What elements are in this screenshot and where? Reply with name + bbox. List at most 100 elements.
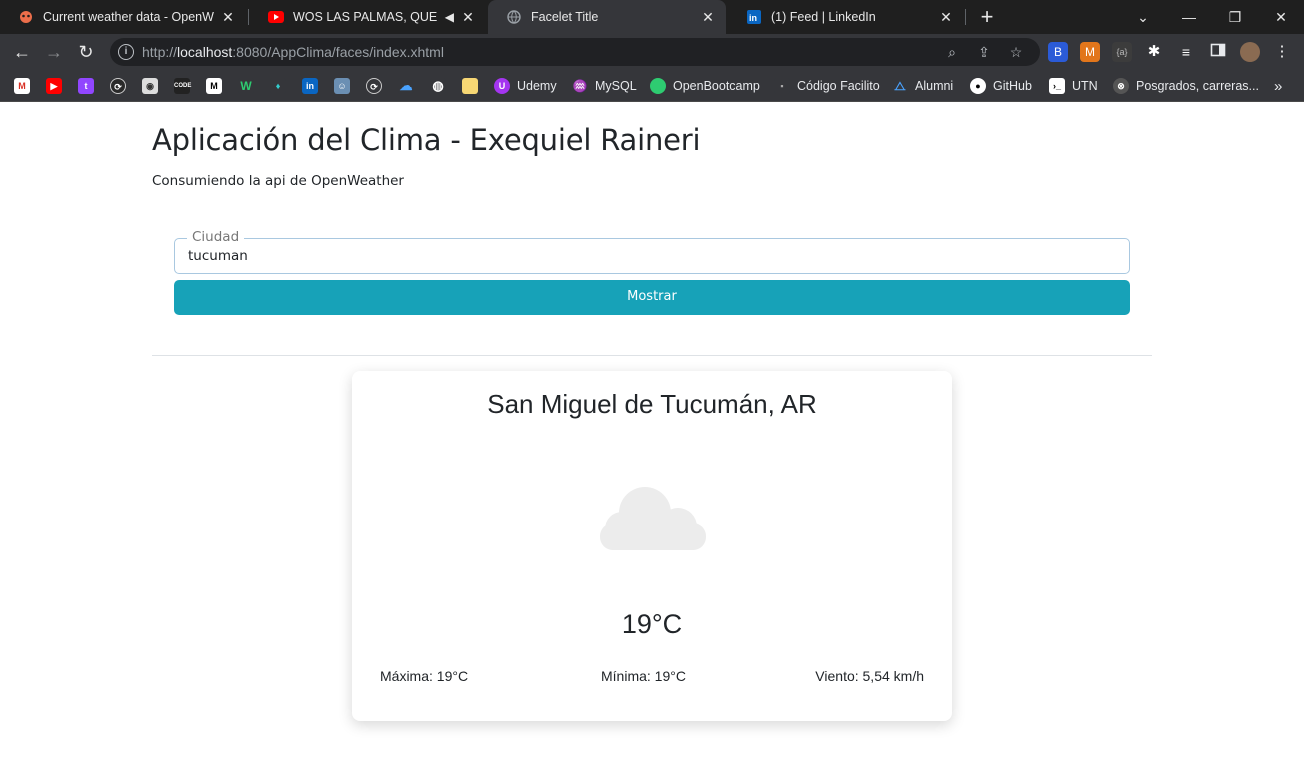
bookmark-label: OpenBootcamp	[673, 79, 760, 93]
bookmark-label: GitHub	[993, 79, 1032, 93]
bookmark-posgrados[interactable]: ⊗ Posgrados, carreras...	[1113, 76, 1259, 96]
tab-youtube[interactable]: WOS LAS PALMAS, QUEVEDO ◀︎ ✕	[250, 0, 486, 34]
cloud-icon	[598, 481, 708, 551]
bookmark-label: Posgrados, carreras...	[1136, 79, 1259, 93]
minimize-button[interactable]: —	[1166, 0, 1212, 34]
posgrados-icon: ⊗	[1113, 78, 1129, 94]
notes-bookmark-icon[interactable]	[462, 76, 478, 96]
url-host: localhost	[177, 44, 233, 60]
url-scheme: http://	[142, 44, 178, 60]
zoom-icon[interactable]: ⌕	[942, 42, 962, 62]
new-tab-button[interactable]: +	[976, 4, 998, 30]
url-path: :8080/AppClima/faces/index.xhtml	[232, 44, 444, 60]
tab-title: (1) Feed | LinkedIn	[771, 10, 876, 24]
bitwarden-icon[interactable]: B	[1048, 42, 1068, 62]
page-title: Aplicación del Clima - Exequiel Raineri	[152, 123, 701, 157]
codigo-facilito-icon: ▪	[774, 78, 790, 94]
cloud-bookmark-icon[interactable]: ☁	[398, 76, 414, 96]
close-tab-icon[interactable]: ✕	[938, 9, 954, 26]
profile-bookmark-icon[interactable]: ☺	[334, 76, 350, 96]
wind-speed: Viento: 5,54 km/h	[815, 668, 924, 684]
refresh-bookmark-icon[interactable]: ⟳	[366, 76, 382, 96]
linkedin-bookmark-icon[interactable]: in	[302, 76, 318, 96]
openbootcamp-icon	[650, 78, 666, 94]
forward-arrow-icon[interactable]: →	[42, 40, 66, 64]
tab-divider	[965, 9, 966, 25]
alumni-icon: ⧍	[892, 78, 908, 94]
close-tab-icon[interactable]: ✕	[460, 9, 476, 26]
mysql-icon: ♒	[572, 78, 588, 94]
tab-facelet[interactable]: Facelet Title ✕	[488, 0, 726, 34]
linkedin-icon: in	[746, 9, 762, 25]
tab-divider	[248, 9, 249, 25]
json-viewer-icon[interactable]: {a}	[1112, 42, 1132, 62]
tab-title: Facelet Title	[531, 10, 599, 24]
page-subtitle: Consumiendo la api de OpenWeather	[152, 173, 404, 189]
camera-bookmark-icon[interactable]: ◉	[142, 76, 158, 96]
bookmark-star-icon[interactable]: ☆	[1006, 42, 1026, 62]
bookmarks-overflow-icon[interactable]: »	[1274, 76, 1282, 96]
bookmark-udemy[interactable]: U Udemy	[494, 76, 557, 96]
bookmark-mysql[interactable]: ♒ MySQL	[572, 76, 637, 96]
youtube-icon[interactable]: ▶	[46, 76, 62, 96]
back-arrow-icon[interactable]: ←	[10, 40, 34, 64]
browser-toolbar: ← → ↻ i http://localhost:8080/AppClima/f…	[0, 34, 1304, 70]
restore-button[interactable]: ❐	[1212, 0, 1258, 34]
tab-linkedin[interactable]: in (1) Feed | LinkedIn ✕	[728, 0, 964, 34]
svg-text:in: in	[749, 13, 757, 23]
twitch-icon[interactable]: t	[78, 76, 94, 96]
gmail-icon[interactable]: M	[14, 76, 30, 96]
bookmark-label: MySQL	[595, 79, 637, 93]
browser-tab-strip: Current weather data - OpenWea ✕ WOS LAS…	[0, 0, 1304, 34]
reload-icon[interactable]: ↻	[74, 40, 98, 64]
show-button[interactable]: Mostrar	[174, 280, 1130, 315]
extensions-puzzle-icon[interactable]: ✱	[1144, 42, 1164, 62]
tab-title: WOS LAS PALMAS, QUEVEDO	[293, 10, 437, 24]
profile-avatar[interactable]	[1240, 42, 1260, 62]
max-temperature: Máxima: 19°C	[380, 668, 469, 684]
terminal-icon: ›_	[1049, 78, 1065, 94]
youtube-icon	[268, 9, 284, 25]
city-field-label: Ciudad	[187, 229, 245, 245]
url-text[interactable]: http://localhost:8080/AppClima/faces/ind…	[142, 44, 444, 60]
address-bar[interactable]: i http://localhost:8080/AppClima/faces/i…	[110, 38, 1040, 66]
w-bookmark-icon[interactable]: W	[238, 76, 254, 96]
temperature: 19°C	[621, 609, 683, 639]
speaker-icon[interactable]: ◀︎	[445, 10, 454, 24]
bookmarks-bar: M ▶ t ⟳ ◉ CODE M W ♦ in ☺ ⟳ ☁ ◍ U Udemy ♒…	[0, 70, 1304, 102]
globe-bookmark-icon[interactable]: ◍	[430, 76, 446, 96]
metamask-icon[interactable]: M	[1080, 42, 1100, 62]
share-icon[interactable]: ⇪	[974, 42, 994, 62]
medium-bookmark-icon[interactable]: M	[206, 76, 222, 96]
city-input[interactable]	[188, 248, 1088, 264]
close-window-button[interactable]: ✕	[1258, 0, 1304, 34]
bookmark-label: Udemy	[517, 79, 557, 93]
min-temperature: Mínima: 19°C	[601, 668, 686, 684]
site-info-icon[interactable]: i	[118, 44, 134, 60]
close-tab-icon[interactable]: ✕	[220, 9, 236, 26]
refresh-bookmark-icon[interactable]: ⟳	[110, 76, 126, 96]
tab-openweather[interactable]: Current weather data - OpenWea ✕	[0, 0, 246, 34]
weather-card: San Miguel de Tucumán, AR 19°C Máxima: 1…	[352, 371, 952, 721]
reading-list-icon[interactable]: ≡	[1176, 42, 1196, 62]
bookmark-alumni[interactable]: ⧍ Alumni	[892, 76, 953, 96]
udemy-icon: U	[494, 78, 510, 94]
bookmark-github[interactable]: ● GitHub	[970, 76, 1032, 96]
tab-title: Current weather data - OpenWea	[43, 10, 214, 24]
bookmark-codigo-facilito[interactable]: ▪ Código Facilito	[774, 76, 880, 96]
ethereum-bookmark-icon[interactable]: ♦	[270, 76, 286, 96]
coder-bookmark-icon[interactable]: CODE	[174, 76, 191, 96]
more-menu-icon[interactable]: ⋮	[1272, 42, 1292, 62]
tab-search-chevron-icon[interactable]: ⌄	[1120, 0, 1166, 34]
web-page: Aplicación del Clima - Exequiel Raineri …	[0, 103, 1304, 768]
globe-icon	[506, 9, 522, 25]
close-tab-icon[interactable]: ✕	[700, 9, 716, 26]
bookmark-utn[interactable]: ›_ UTN	[1049, 76, 1098, 96]
bookmark-label: Alumni	[915, 79, 954, 93]
city-field[interactable]: Ciudad	[174, 229, 1130, 274]
bookmark-label: UTN	[1072, 79, 1098, 93]
bookmark-openbootcamp[interactable]: OpenBootcamp	[650, 76, 760, 96]
divider	[152, 355, 1152, 356]
side-panel-icon[interactable]	[1208, 42, 1228, 62]
openweather-icon	[18, 9, 34, 25]
